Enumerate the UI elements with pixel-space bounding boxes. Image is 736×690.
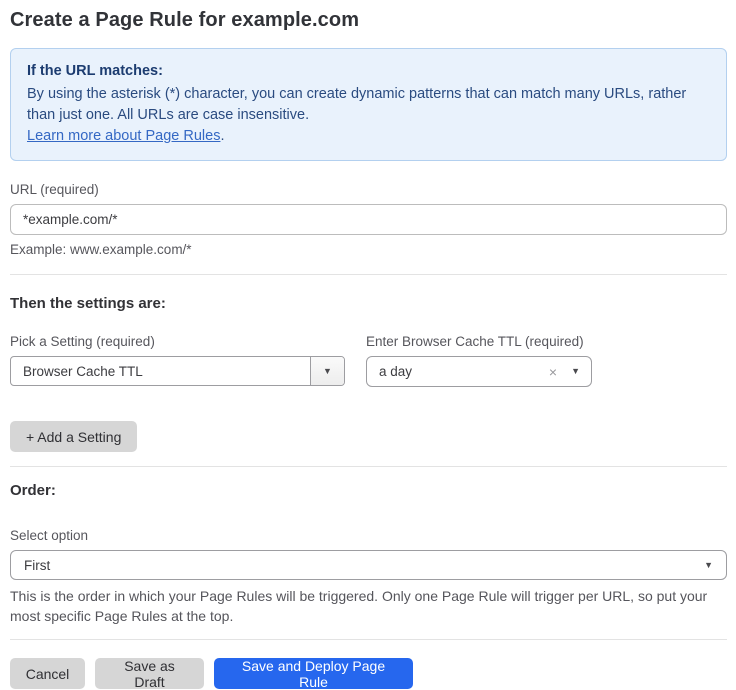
link-suffix: . <box>220 128 224 144</box>
pick-setting-select[interactable]: Browser Cache TTL ▼ <box>10 356 345 386</box>
divider <box>10 274 727 275</box>
order-select-value: First <box>24 558 704 573</box>
order-section-heading: Order: <box>10 482 727 499</box>
url-example-helper: Example: www.example.com/* <box>10 242 727 257</box>
url-input[interactable] <box>10 204 727 235</box>
caret-box[interactable]: ▼ <box>310 357 344 385</box>
divider <box>10 466 727 467</box>
chevron-down-icon: ▼ <box>323 367 332 376</box>
pick-setting-column: Pick a Setting (required) Browser Cache … <box>10 334 345 387</box>
ttl-label: Enter Browser Cache TTL (required) <box>366 334 592 349</box>
pick-setting-value: Browser Cache TTL <box>11 357 310 385</box>
learn-more-link[interactable]: Learn more about Page Rules <box>27 128 220 144</box>
order-select[interactable]: First ▼ <box>10 550 727 580</box>
ttl-column: Enter Browser Cache TTL (required) a day… <box>366 334 592 387</box>
settings-row: Pick a Setting (required) Browser Cache … <box>10 334 727 387</box>
cancel-button[interactable]: Cancel <box>10 658 85 689</box>
add-setting-button[interactable]: + Add a Setting <box>10 421 137 452</box>
order-help-text: This is the order in which your Page Rul… <box>10 586 727 626</box>
pick-setting-label: Pick a Setting (required) <box>10 334 345 349</box>
chevron-down-icon: ▼ <box>571 367 580 376</box>
ttl-select[interactable]: a day × ▼ <box>366 356 592 387</box>
url-field-label: URL (required) <box>10 182 727 197</box>
clear-icon[interactable]: × <box>549 365 557 379</box>
url-match-info-box: If the URL matches: By using the asteris… <box>10 48 727 161</box>
order-select-label: Select option <box>10 528 727 543</box>
save-as-draft-button[interactable]: Save as Draft <box>95 658 204 689</box>
save-and-deploy-button[interactable]: Save and Deploy Page Rule <box>214 658 413 689</box>
info-box-link-line: Learn more about Page Rules. <box>27 126 710 147</box>
ttl-value: a day <box>379 364 549 379</box>
info-box-body: By using the asterisk (*) character, you… <box>27 84 707 126</box>
footer-actions: Cancel Save as Draft Save and Deploy Pag… <box>10 658 727 689</box>
info-box-heading: If the URL matches: <box>27 61 710 82</box>
divider <box>10 639 727 640</box>
settings-section-heading: Then the settings are: <box>10 295 727 312</box>
chevron-down-icon: ▼ <box>704 561 713 570</box>
page-rule-form: Create a Page Rule for example.com If th… <box>0 0 736 689</box>
page-title: Create a Page Rule for example.com <box>10 9 727 32</box>
